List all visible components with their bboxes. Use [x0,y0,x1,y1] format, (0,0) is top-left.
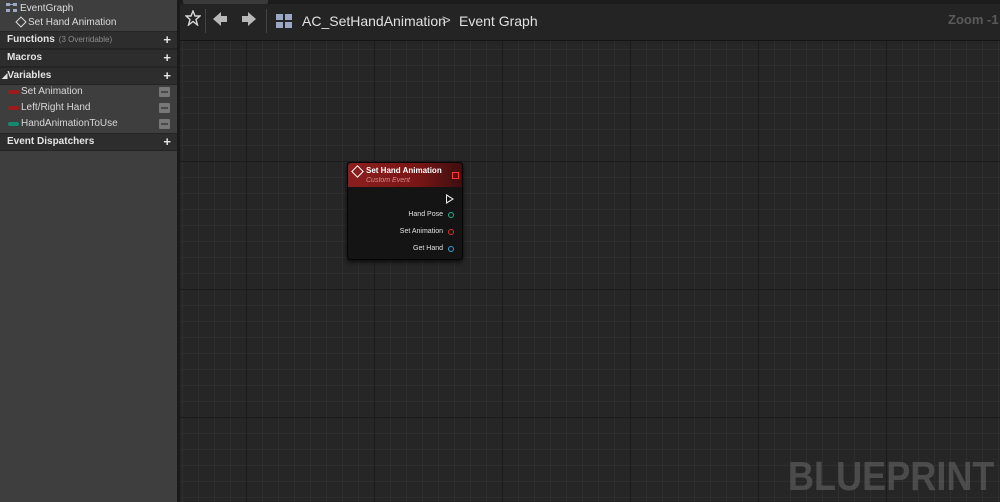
variables-title: Variables [7,70,52,81]
blueprint-watermark: BLUEPRINT [788,453,995,499]
breadcrumb-blueprint-name[interactable]: AC_SetHandAnimation [302,13,446,29]
graph-tab[interactable] [183,0,268,4]
visibility-eye-icon[interactable] [159,119,170,129]
custom-event-item[interactable]: Set Hand Animation [0,15,177,30]
add-macro-button[interactable]: + [163,50,171,65]
event-dispatchers-label: Event Dispatchers [7,136,95,147]
event-graph-item[interactable]: EventGraph [0,1,177,16]
my-blueprint-panel: EventGraph Set Hand Animation Functions(… [0,0,178,502]
struct-pin-icon[interactable] [448,212,454,218]
toolbar-separator [266,9,267,33]
toolbar-separator [205,9,206,33]
custom-event-label: Set Hand Animation [28,17,117,28]
delegate-output-pin[interactable] [452,172,459,179]
graph-icon [6,3,17,12]
breadcrumb-separator: > [442,12,451,29]
variable-item[interactable]: Left/Right Hand [0,101,177,116]
add-variable-button[interactable]: + [163,68,171,83]
variable-item[interactable]: HandAnimationToUse [0,117,177,132]
variable-item[interactable]: Set Animation [0,85,177,100]
event-graph-label: EventGraph [20,3,74,14]
enum-pin-icon[interactable] [448,246,454,252]
forward-arrow-icon[interactable] [242,11,256,32]
breadcrumb-graph-name[interactable]: Event Graph [459,13,538,29]
functions-label: Functions (3 Overridable) [7,34,112,45]
event-diamond-icon [15,16,27,28]
functions-section-header[interactable]: Functions (3 Overridable) + [0,31,177,49]
add-event-dispatcher-button[interactable]: + [163,134,171,149]
variable-type-pill [8,106,19,110]
pin-label: Set Animation [399,228,443,235]
exec-output-pin[interactable] [446,194,454,204]
star-icon[interactable] [184,9,202,31]
pin-label: Hand Pose [408,211,443,218]
add-function-button[interactable]: + [163,32,171,47]
variables-label: ◢Variables [2,70,51,81]
variable-label: Left/Right Hand [21,102,91,113]
variable-type-pill [8,122,19,126]
pin-label: Get Hand [413,245,443,252]
functions-title: Functions [7,34,55,45]
node-subtitle: Custom Event [366,177,410,184]
variable-label: HandAnimationToUse [21,118,118,129]
macros-label: Macros [7,52,43,63]
custom-event-node[interactable]: Set Hand Animation Custom Event Hand Pos… [347,162,463,260]
blueprint-graph-icon [276,14,292,28]
macros-section-header[interactable]: Macros + [0,49,177,67]
event-diamond-icon [351,165,364,178]
overridable-count: (3 Overridable) [58,35,113,44]
event-dispatchers-section-header[interactable]: Event Dispatchers + [0,133,177,151]
back-arrow-icon[interactable] [213,11,227,32]
variables-section-header[interactable]: ◢Variables + [0,67,177,85]
tab-strip [180,0,1000,4]
bool-pin-icon[interactable] [448,229,454,235]
zoom-level: Zoom -1 [948,12,999,27]
variable-label: Set Animation [21,86,83,97]
visibility-eye-icon[interactable] [159,103,170,113]
node-header[interactable]: Set Hand Animation Custom Event [348,163,462,187]
event-graph-canvas[interactable] [180,0,1000,502]
node-title: Set Hand Animation [366,166,442,175]
visibility-eye-icon[interactable] [159,87,170,97]
variable-type-pill [8,90,19,94]
